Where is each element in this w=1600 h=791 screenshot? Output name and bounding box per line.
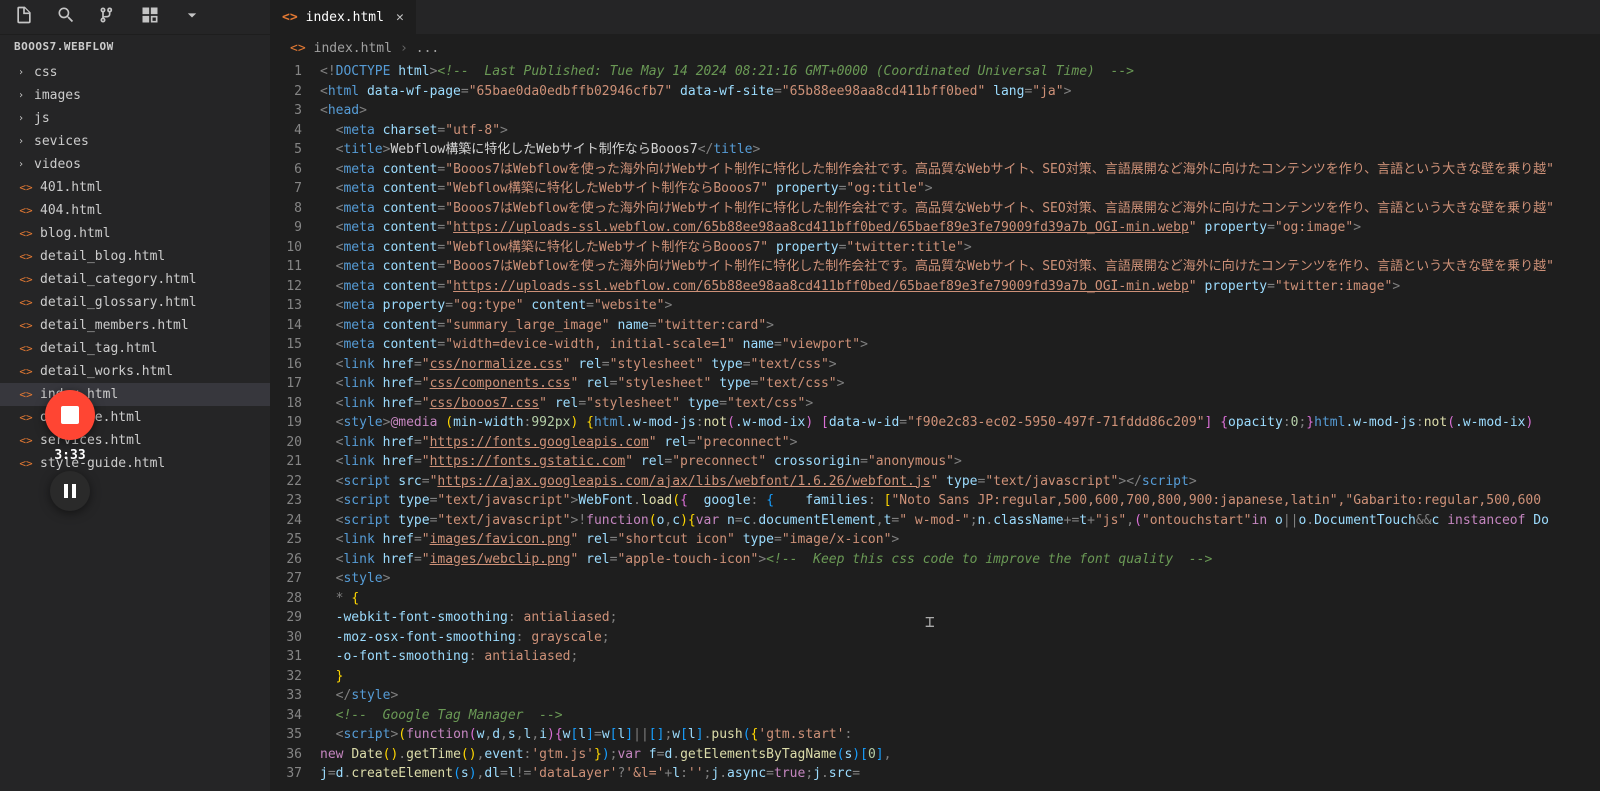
breadcrumb-file: index.html (314, 41, 392, 56)
chevron-right-icon: › (18, 113, 28, 124)
file-tree: ›css›images›js›sevices›videos<>401.html<… (0, 61, 270, 475)
file-item[interactable]: <> detail_glossary.html (0, 291, 270, 314)
html-file-icon: <> (18, 227, 34, 240)
folder-item[interactable]: › videos (0, 153, 270, 176)
item-label: videos (34, 157, 81, 172)
html-file-icon: <> (18, 434, 34, 447)
chevron-right-icon: › (18, 159, 28, 170)
file-item[interactable]: <> detail_blog.html (0, 245, 270, 268)
code-editor[interactable]: 1234567891011121314151617181920212223242… (270, 62, 1600, 791)
folder-item[interactable]: › sevices (0, 130, 270, 153)
chevron-right-icon: › (18, 67, 28, 78)
tab-label: index.html (306, 10, 384, 25)
breadcrumb[interactable]: <> index.html › ... (270, 35, 1600, 62)
tabs-bar: <> index.html ✕ (270, 0, 1600, 35)
tab-index-html[interactable]: <> index.html ✕ (270, 0, 416, 35)
item-label: sevices (34, 134, 89, 149)
html-file-icon: <> (18, 181, 34, 194)
file-item[interactable]: <> 401.html (0, 176, 270, 199)
html-file-icon: <> (18, 342, 34, 355)
search-icon[interactable] (56, 5, 76, 29)
activity-bar (0, 5, 270, 29)
file-item[interactable]: <>services.html (0, 429, 270, 452)
item-label: detail_tag.html (40, 341, 157, 356)
html-file-icon: <> (290, 41, 306, 56)
folder-item[interactable]: › css (0, 61, 270, 84)
screen-recorder-widget: 3:33 (45, 390, 95, 511)
folder-item[interactable]: › images (0, 84, 270, 107)
item-label: detail_works.html (40, 364, 173, 379)
file-item[interactable]: <>index.html (0, 383, 270, 406)
chevron-down-icon[interactable] (182, 5, 202, 29)
close-icon[interactable]: ✕ (396, 10, 404, 25)
line-numbers: 1234567891011121314151617181920212223242… (270, 62, 320, 791)
item-label: css (34, 65, 57, 80)
item-label: detail_blog.html (40, 249, 165, 264)
chevron-right-icon: › (18, 136, 28, 147)
item-label: 401.html (40, 180, 103, 195)
breadcrumb-more: ... (416, 41, 439, 56)
chevron-right-icon: › (18, 90, 28, 101)
html-file-icon: <> (18, 457, 34, 470)
item-label: detail_category.html (40, 272, 197, 287)
html-file-icon: <> (18, 273, 34, 286)
html-file-icon: <> (18, 411, 34, 424)
breadcrumb-separator: › (400, 41, 408, 56)
editor-area: <> index.html › ... 12345678910111213141… (270, 35, 1600, 791)
file-item[interactable]: <>old-home.html (0, 406, 270, 429)
code-content[interactable]: <!DOCTYPE html><!-- Last Published: Tue … (320, 62, 1600, 791)
item-label: blog.html (40, 226, 110, 241)
html-file-icon: <> (18, 388, 34, 401)
html-file-icon: <> (18, 250, 34, 263)
file-item[interactable]: <>style-guide.html (0, 452, 270, 475)
item-label: detail_members.html (40, 318, 189, 333)
item-label: images (34, 88, 81, 103)
source-control-icon[interactable] (98, 5, 118, 29)
file-item[interactable]: <> blog.html (0, 222, 270, 245)
record-time: 3:33 (54, 448, 85, 463)
html-file-icon: <> (18, 365, 34, 378)
html-file-icon: <> (18, 296, 34, 309)
sidebar-header: BOOOS7.WEBFLOW (0, 35, 270, 61)
item-label: js (34, 111, 50, 126)
file-item[interactable]: <> detail_members.html (0, 314, 270, 337)
item-label: 404.html (40, 203, 103, 218)
item-label: detail_glossary.html (40, 295, 197, 310)
file-item[interactable]: <> 404.html (0, 199, 270, 222)
html-file-icon: <> (18, 319, 34, 332)
extensions-icon[interactable] (140, 5, 160, 29)
record-stop-button[interactable] (45, 390, 95, 440)
explorer-icon[interactable] (14, 5, 34, 29)
html-file-icon: <> (18, 204, 34, 217)
html-file-icon: <> (282, 10, 298, 25)
file-item[interactable]: <> detail_tag.html (0, 337, 270, 360)
folder-item[interactable]: › js (0, 107, 270, 130)
top-bar: <> index.html ✕ (0, 0, 1600, 35)
explorer-sidebar: BOOOS7.WEBFLOW › css › images › js › sevices › vi… (0, 35, 270, 791)
record-pause-button[interactable] (50, 471, 90, 511)
file-item[interactable]: <> detail_category.html (0, 268, 270, 291)
file-item[interactable]: <> detail_works.html (0, 360, 270, 383)
